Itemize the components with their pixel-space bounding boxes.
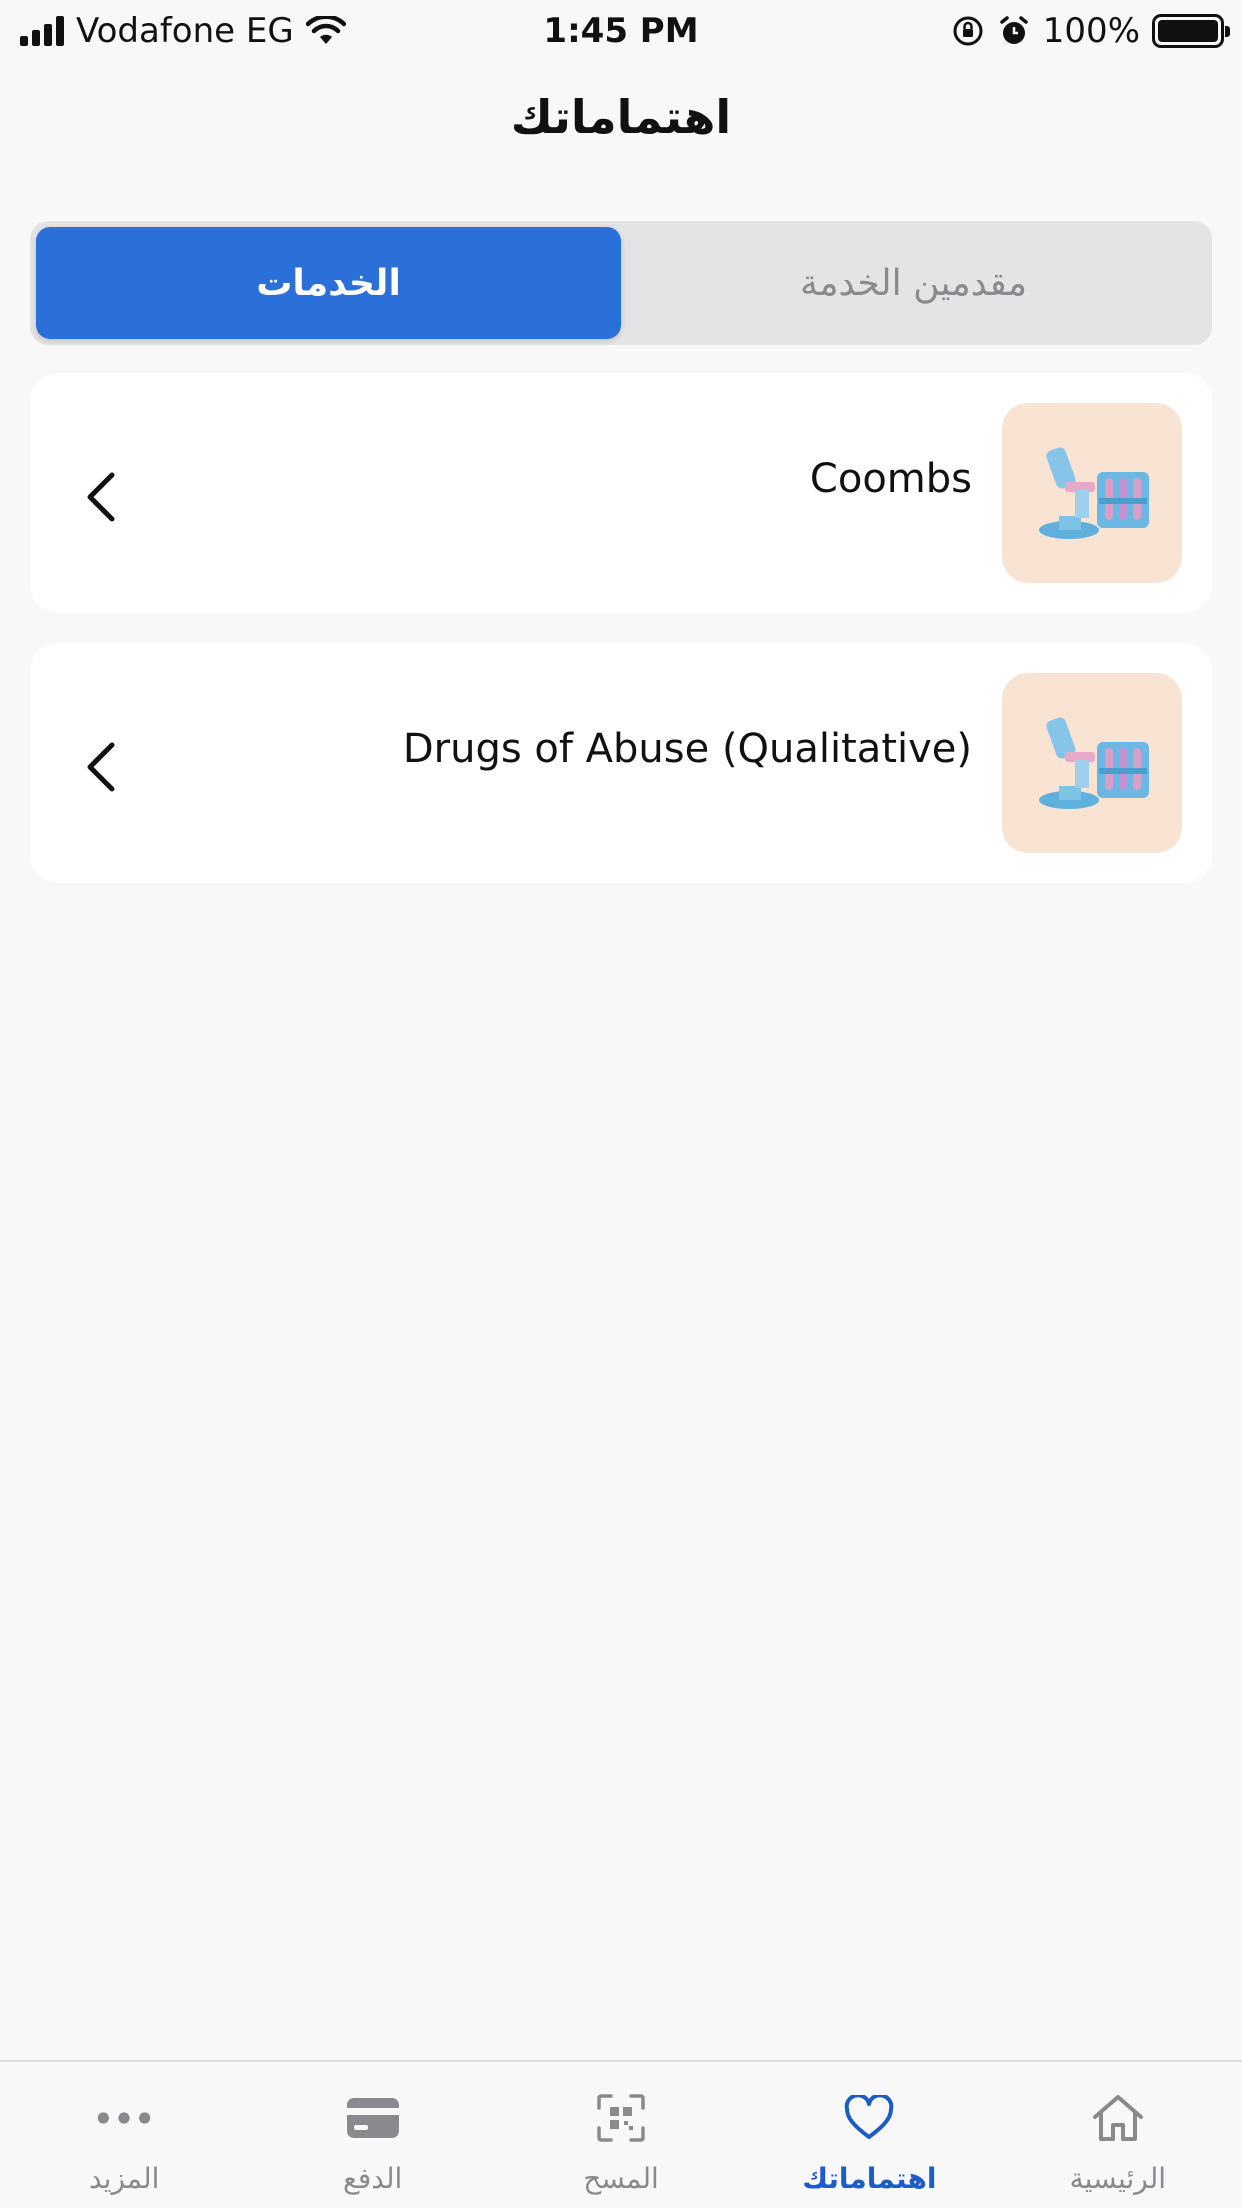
favorite-card[interactable]: Drugs of Abuse (Qualitative) — [30, 643, 1212, 883]
tab-services[interactable]: الخدمات — [36, 227, 621, 339]
tab-scan[interactable]: المسح — [497, 2062, 745, 2208]
wifi-icon — [305, 16, 346, 44]
tab-more[interactable]: المزيد — [0, 2062, 248, 2208]
battery-percent: 100% — [1042, 11, 1140, 51]
page-title: اهتماماتك — [510, 90, 732, 144]
lab-microscope-icon — [1039, 717, 1149, 809]
tab-label: اهتماماتك — [802, 2162, 937, 2195]
alarm-icon — [1000, 16, 1028, 44]
tab-label: المسح — [583, 2162, 659, 2195]
chevron-left-icon[interactable] — [82, 469, 122, 525]
tab-label: الرئيسية — [1069, 2162, 1167, 2195]
rotation-lock-icon — [953, 16, 983, 46]
bottom-tab-bar: المزيد الدفع المسح اهتماماتك الرئيسية — [0, 2060, 1242, 2208]
tab-service-providers[interactable]: مقدمين الخدمة — [621, 227, 1206, 339]
service-thumbnail — [1002, 673, 1182, 853]
status-right: 100% — [951, 11, 1230, 51]
card-icon — [346, 2098, 399, 2138]
status-left: Vodafone EG — [20, 11, 346, 51]
tab-label: المزيد — [88, 2162, 160, 2195]
segmented-control: الخدمات مقدمين الخدمة — [30, 221, 1212, 345]
service-thumbnail — [1002, 403, 1182, 583]
home-icon — [1092, 2095, 1143, 2141]
tab-label: الدفع — [342, 2162, 403, 2195]
service-title: Drugs of Abuse (Qualitative) — [402, 726, 972, 772]
lab-microscope-icon — [1039, 447, 1149, 539]
chevron-left-icon[interactable] — [82, 739, 122, 795]
tab-favorites[interactable]: اهتماماتك — [745, 2062, 993, 2208]
favorite-card[interactable]: Coombs — [30, 373, 1212, 613]
battery-icon — [1152, 14, 1230, 48]
heart-icon — [845, 2095, 894, 2139]
tab-payment[interactable]: الدفع — [248, 2062, 496, 2208]
more-dots-icon — [97, 2112, 151, 2124]
carrier-label: Vodafone EG — [76, 11, 294, 51]
qr-scan-icon — [597, 2094, 645, 2142]
signal-icon — [20, 16, 64, 46]
service-title: Coombs — [809, 456, 972, 502]
tab-home[interactable]: الرئيسية — [994, 2062, 1242, 2208]
status-bar: Vodafone EG 1:45 PM 100% — [0, 0, 1242, 62]
